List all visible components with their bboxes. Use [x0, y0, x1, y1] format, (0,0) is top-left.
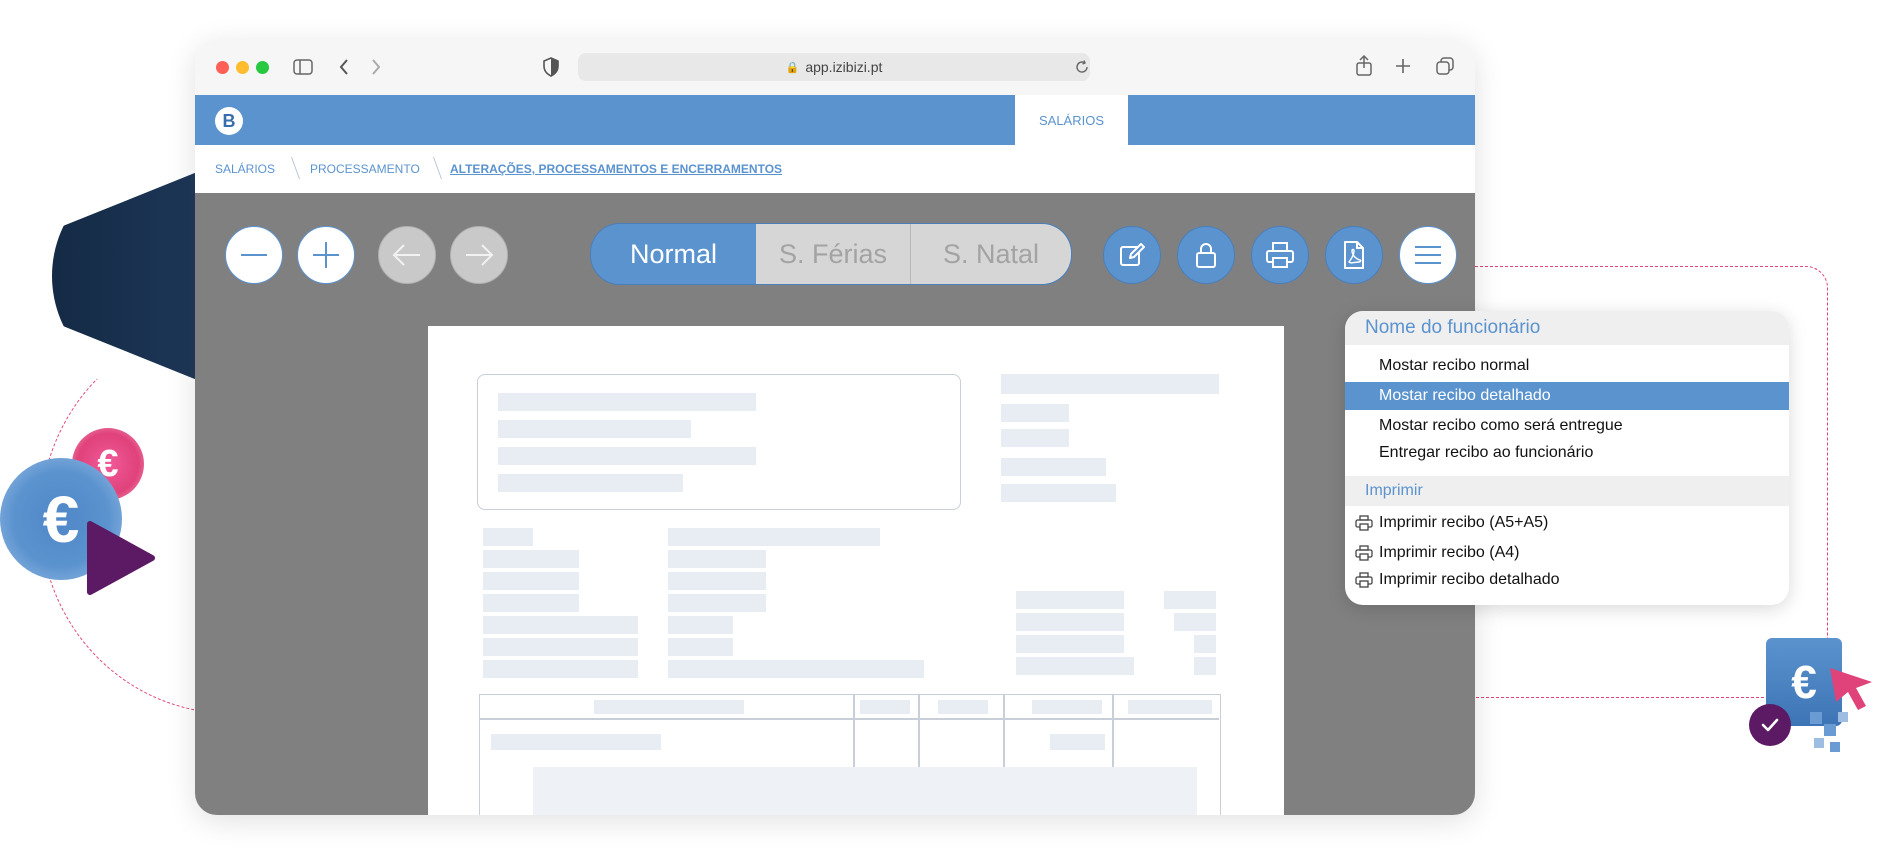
lock-icon: 🔒 [785, 61, 800, 74]
play-triangle-icon [87, 521, 155, 595]
breadcrumb-item-salarios[interactable]: SALÁRIOS [215, 162, 275, 176]
menu-item-show-receipt-as-delivered[interactable]: Mostar recibo como será entregue [1345, 412, 1789, 440]
minimize-window-button[interactable] [236, 61, 249, 74]
back-arrow-icon[interactable] [338, 58, 350, 76]
arrow-right-icon [466, 244, 494, 266]
new-tab-icon[interactable] [1395, 58, 1411, 74]
plus-icon [313, 242, 339, 268]
printer-icon [1355, 545, 1373, 561]
share-icon[interactable] [1355, 55, 1373, 77]
breadcrumb-item-processamento[interactable]: PROCESSAMENTO [310, 162, 420, 176]
segment-s-ferias[interactable]: S. Férias [756, 224, 911, 284]
breadcrumb: SALÁRIOS PROCESSAMENTO ALTERAÇÕES, PROCE… [195, 145, 1475, 193]
breadcrumb-item-current[interactable]: ALTERAÇÕES, PROCESSAMENTOS E ENCERRAMENT… [450, 162, 782, 176]
printer-icon [1266, 242, 1294, 268]
browser-window: 🔒 app.izibizi.pt B SALÁRIOS SALÁRIOS PRO… [195, 40, 1475, 815]
zoom-out-button[interactable] [225, 226, 283, 284]
privacy-shield-icon[interactable] [543, 57, 559, 77]
check-circle-icon [1749, 704, 1791, 746]
menu-item-show-detailed-receipt[interactable]: Mostar recibo detalhado [1345, 382, 1789, 410]
receipt-preview-document [428, 326, 1284, 815]
lock-button[interactable] [1177, 226, 1235, 284]
menu-item-show-normal-receipt[interactable]: Mostar recibo normal [1345, 352, 1789, 380]
menu-item-print-a5-a5[interactable]: Imprimir recibo (A5+A5) [1345, 509, 1789, 537]
browser-titlebar: 🔒 app.izibizi.pt [195, 40, 1475, 95]
segment-s-natal[interactable]: S. Natal [911, 224, 1071, 284]
app-logo[interactable]: B [215, 107, 243, 135]
menu-item-deliver-receipt[interactable]: Entregar recibo ao funcionário [1345, 439, 1789, 467]
pdf-file-icon [1344, 241, 1364, 269]
edit-button[interactable] [1103, 226, 1161, 284]
hamburger-menu-icon [1415, 246, 1441, 264]
menu-button[interactable] [1399, 226, 1457, 284]
pixel-squares-decoration [1810, 712, 1870, 756]
menu-item-print-detailed[interactable]: Imprimir recibo detalhado [1345, 566, 1789, 594]
lock-icon [1196, 243, 1216, 268]
reload-icon[interactable] [1075, 60, 1089, 74]
receipt-context-menu: Nome do funcionário Mostar recibo normal… [1345, 311, 1789, 605]
segment-normal[interactable]: Normal [591, 224, 756, 284]
receipt-type-segmented-control: Normal S. Férias S. Natal [590, 223, 1072, 285]
url-bar[interactable]: 🔒 app.izibizi.pt [578, 53, 1090, 81]
tab-overview-icon[interactable] [1435, 56, 1455, 76]
app-header-bar [195, 95, 1475, 145]
pdf-export-button[interactable] [1325, 226, 1383, 284]
print-button[interactable] [1251, 226, 1309, 284]
arrow-left-icon [392, 244, 420, 266]
edit-icon [1120, 243, 1145, 266]
menu-item-print-a4[interactable]: Imprimir recibo (A4) [1345, 539, 1789, 567]
maximize-window-button[interactable] [256, 61, 269, 74]
printer-icon [1355, 515, 1373, 531]
minus-icon [241, 254, 267, 256]
menu-section-print: Imprimir [1345, 476, 1789, 506]
zoom-in-button[interactable] [297, 226, 355, 284]
printer-icon [1355, 572, 1373, 588]
url-text: app.izibizi.pt [805, 59, 883, 75]
menu-header-employee-name: Nome do funcionário [1345, 311, 1789, 345]
forward-arrow-icon[interactable] [370, 58, 382, 76]
close-window-button[interactable] [216, 61, 229, 74]
next-button[interactable] [450, 226, 508, 284]
previous-button[interactable] [378, 226, 436, 284]
breadcrumb-separator [280, 157, 301, 179]
sidebar-toggle-icon[interactable] [293, 59, 313, 75]
tab-salarios[interactable]: SALÁRIOS [1015, 95, 1128, 145]
breadcrumb-separator [422, 157, 443, 179]
cursor-arrow-icon [1830, 668, 1872, 710]
